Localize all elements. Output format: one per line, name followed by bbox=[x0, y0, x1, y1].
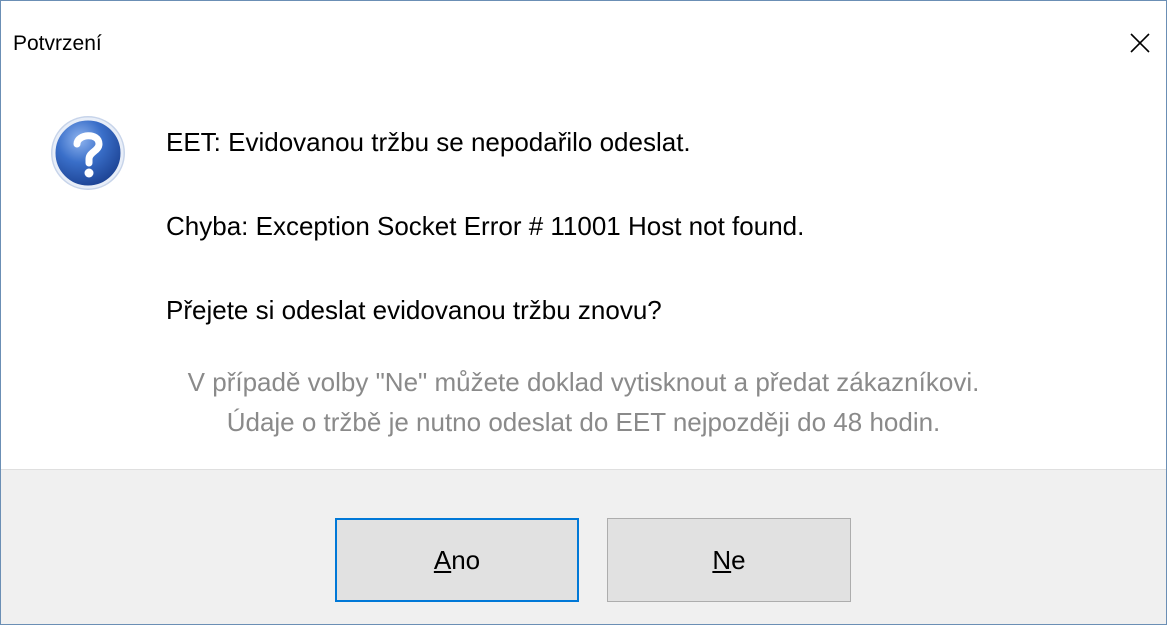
yes-button[interactable]: Ano bbox=[335, 518, 579, 602]
title-bar: Potvrzení bbox=[1, 1, 1166, 87]
dialog-title: Potvrzení bbox=[13, 32, 102, 55]
no-button-label: e bbox=[731, 544, 746, 575]
message-line-2: Chyba: Exception Socket Error # 11001 Ho… bbox=[166, 211, 805, 241]
confirmation-dialog: Potvrzení EET: Evidovanou tržbu se nepod… bbox=[0, 0, 1167, 625]
yes-button-mnemonic: A bbox=[433, 544, 452, 575]
button-bar: Ano Ne bbox=[1, 469, 1166, 624]
note-line-1: V případě volby "Ne" můžete doklad vytis… bbox=[187, 367, 980, 397]
no-button[interactable]: Ne bbox=[607, 518, 851, 602]
note-line-2: Údaje o tržbě je nutno odeslat do EET ne… bbox=[226, 407, 941, 437]
message-line-3: Přejete si odeslat evidovanou tržbu znov… bbox=[166, 295, 662, 325]
no-button-mnemonic: N bbox=[712, 544, 732, 575]
yes-button-label: no bbox=[451, 544, 481, 575]
close-icon bbox=[1130, 33, 1150, 53]
message-line-1: EET: Evidovanou tržbu se nepodařilo odes… bbox=[166, 127, 691, 157]
close-button[interactable] bbox=[1120, 23, 1160, 63]
question-icon bbox=[48, 113, 128, 193]
dialog-content: EET: Evidovanou tržbu se nepodařilo odes… bbox=[1, 87, 1166, 469]
